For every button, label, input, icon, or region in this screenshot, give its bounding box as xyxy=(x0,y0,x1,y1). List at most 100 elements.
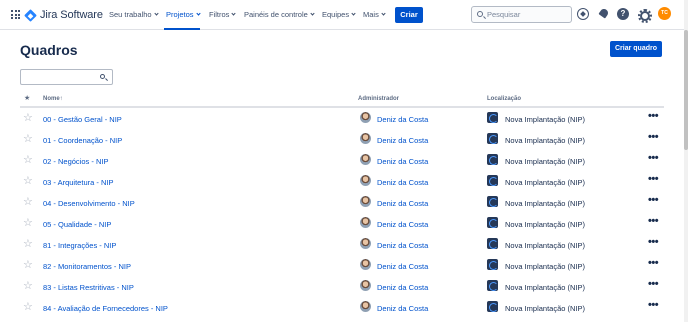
location-link[interactable]: Nova Implantação (NIP) xyxy=(505,220,585,229)
admin-name-link[interactable]: Deniz da Costa xyxy=(377,157,428,166)
board-name-link[interactable]: 05 - Qualidade - NIP xyxy=(43,220,111,229)
admin-name-link[interactable]: Deniz da Costa xyxy=(377,241,428,250)
admin-avatar xyxy=(360,280,371,291)
create-button[interactable]: Criar xyxy=(395,7,423,23)
location-link[interactable]: Nova Implantação (NIP) xyxy=(505,283,585,292)
more-actions-icon[interactable]: ••• xyxy=(648,195,659,206)
more-actions-icon[interactable]: ••• xyxy=(648,111,659,122)
notification-bell-icon[interactable] xyxy=(598,8,610,20)
search-box[interactable] xyxy=(471,6,572,23)
scrollbar[interactable] xyxy=(684,0,688,322)
search-icon xyxy=(100,74,105,79)
nav-label: Seu trabalho xyxy=(109,10,152,19)
board-name-link[interactable]: 00 - Gestão Geral - NIP xyxy=(43,115,122,124)
admin-name-link[interactable]: Deniz da Costa xyxy=(377,283,428,292)
admin-name-link[interactable]: Deniz da Costa xyxy=(377,136,428,145)
star-icon[interactable]: ☆ xyxy=(23,197,33,208)
user-avatar[interactable]: TC xyxy=(658,7,671,20)
app-switcher-icon[interactable] xyxy=(11,10,20,19)
nav-paineis-de-controle[interactable]: Painéis de controle xyxy=(244,10,315,19)
more-actions-icon[interactable]: ••• xyxy=(648,153,659,164)
location-link[interactable]: Nova Implantação (NIP) xyxy=(505,241,585,250)
name-column-header[interactable]: Nome↑ xyxy=(43,96,63,102)
admin-avatar xyxy=(360,154,371,165)
nav-equipes[interactable]: Equipes xyxy=(322,10,356,19)
star-icon[interactable]: ☆ xyxy=(23,302,33,313)
project-icon xyxy=(487,259,498,270)
board-name-link[interactable]: 02 - Negócios - NIP xyxy=(43,157,108,166)
nav-projetos[interactable]: Projetos xyxy=(166,10,201,19)
more-actions-icon[interactable]: ••• xyxy=(648,132,659,143)
location-link[interactable]: Nova Implantação (NIP) xyxy=(505,304,585,313)
help-icon[interactable]: ? xyxy=(617,8,629,20)
star-icon[interactable]: ☆ xyxy=(23,176,33,187)
star-icon[interactable]: ☆ xyxy=(23,281,33,292)
nav-label: Filtros xyxy=(209,10,230,19)
sort-ascending-icon: ↑ xyxy=(59,96,63,102)
board-name-link[interactable]: 84 - Avaliação de Fornecedores - NIP xyxy=(43,304,168,313)
star-icon[interactable]: ☆ xyxy=(23,113,33,124)
admin-avatar xyxy=(360,175,371,186)
location-link[interactable]: Nova Implantação (NIP) xyxy=(505,157,585,166)
search-input[interactable] xyxy=(487,9,567,20)
admin-name-link[interactable]: Deniz da Costa xyxy=(377,115,428,124)
board-name-link[interactable]: 81 - Integrações - NIP xyxy=(43,241,116,250)
more-actions-icon[interactable]: ••• xyxy=(648,279,659,290)
board-name-link[interactable]: 83 - Listas Restritivas - NIP xyxy=(43,283,134,292)
admin-name-link[interactable]: Deniz da Costa xyxy=(377,178,428,187)
admin-name-link[interactable]: Deniz da Costa xyxy=(377,220,428,229)
table-row: ☆ 84 - Avaliação de Fornecedores - NIP Den… xyxy=(20,299,664,320)
search-icon xyxy=(477,11,483,17)
location-link[interactable]: Nova Implantação (NIP) xyxy=(505,199,585,208)
admin-avatar xyxy=(360,133,371,144)
table-header-divider xyxy=(20,106,664,108)
create-board-button[interactable]: Criar quadro xyxy=(610,41,662,57)
chevron-down-icon xyxy=(310,11,315,16)
admin-avatar xyxy=(360,112,371,123)
location-link[interactable]: Nova Implantação (NIP) xyxy=(505,178,585,187)
scrollbar-thumb[interactable] xyxy=(684,30,688,150)
nav-mais[interactable]: Mais xyxy=(363,10,386,19)
star-icon[interactable]: ☆ xyxy=(23,134,33,145)
more-actions-icon[interactable]: ••• xyxy=(648,216,659,227)
board-name-link[interactable]: 04 - Desenvolvimento - NIP xyxy=(43,199,135,208)
star-icon[interactable]: ☆ xyxy=(23,155,33,166)
star-icon[interactable]: ☆ xyxy=(23,260,33,271)
location-link[interactable]: Nova Implantação (NIP) xyxy=(505,262,585,271)
jira-logo-icon xyxy=(24,8,37,22)
more-actions-icon[interactable]: ••• xyxy=(648,258,659,269)
project-icon xyxy=(487,175,498,186)
location-link[interactable]: Nova Implantação (NIP) xyxy=(505,115,585,124)
board-name-link[interactable]: 01 - Coordenação - NIP xyxy=(43,136,122,145)
location-link[interactable]: Nova Implantação (NIP) xyxy=(505,136,585,145)
star-icon[interactable]: ☆ xyxy=(23,239,33,250)
admin-avatar xyxy=(360,196,371,207)
board-name-link[interactable]: 82 - Monitoramentos - NIP xyxy=(43,262,131,271)
admin-avatar xyxy=(360,217,371,228)
star-icon[interactable]: ☆ xyxy=(23,218,33,229)
chevron-down-icon xyxy=(351,11,356,16)
brand-name: Jira Software xyxy=(40,9,103,21)
project-icon xyxy=(487,280,498,291)
nav-seu-trabalho[interactable]: Seu trabalho xyxy=(109,10,159,19)
table-row: ☆ 03 - Arquitetura - NIP Deniz da Costa Nov… xyxy=(20,173,664,194)
board-filter-input[interactable] xyxy=(20,69,113,85)
admin-name-link[interactable]: Deniz da Costa xyxy=(377,304,428,313)
admin-name-link[interactable]: Deniz da Costa xyxy=(377,199,428,208)
settings-gear-icon[interactable] xyxy=(637,8,652,23)
top-navigation-bar: Jira Software Seu trabalho Projetos Filt… xyxy=(0,0,684,30)
more-actions-icon[interactable]: ••• xyxy=(648,300,659,311)
compass-icon[interactable] xyxy=(577,8,589,20)
board-name-link[interactable]: 03 - Arquitetura - NIP xyxy=(43,178,113,187)
more-actions-icon[interactable]: ••• xyxy=(648,237,659,248)
table-row: ☆ 04 - Desenvolvimento - NIP Deniz da Cost… xyxy=(20,194,664,215)
admin-name-link[interactable]: Deniz da Costa xyxy=(377,262,428,271)
admin-avatar xyxy=(360,259,371,270)
page-title: Quadros xyxy=(20,42,78,58)
project-icon xyxy=(487,154,498,165)
more-actions-icon[interactable]: ••• xyxy=(648,174,659,185)
star-column-header[interactable]: ★ xyxy=(24,94,30,102)
nav-filtros[interactable]: Filtros xyxy=(209,10,237,19)
jira-logo[interactable]: Jira Software xyxy=(24,8,103,22)
admin-avatar xyxy=(360,238,371,249)
